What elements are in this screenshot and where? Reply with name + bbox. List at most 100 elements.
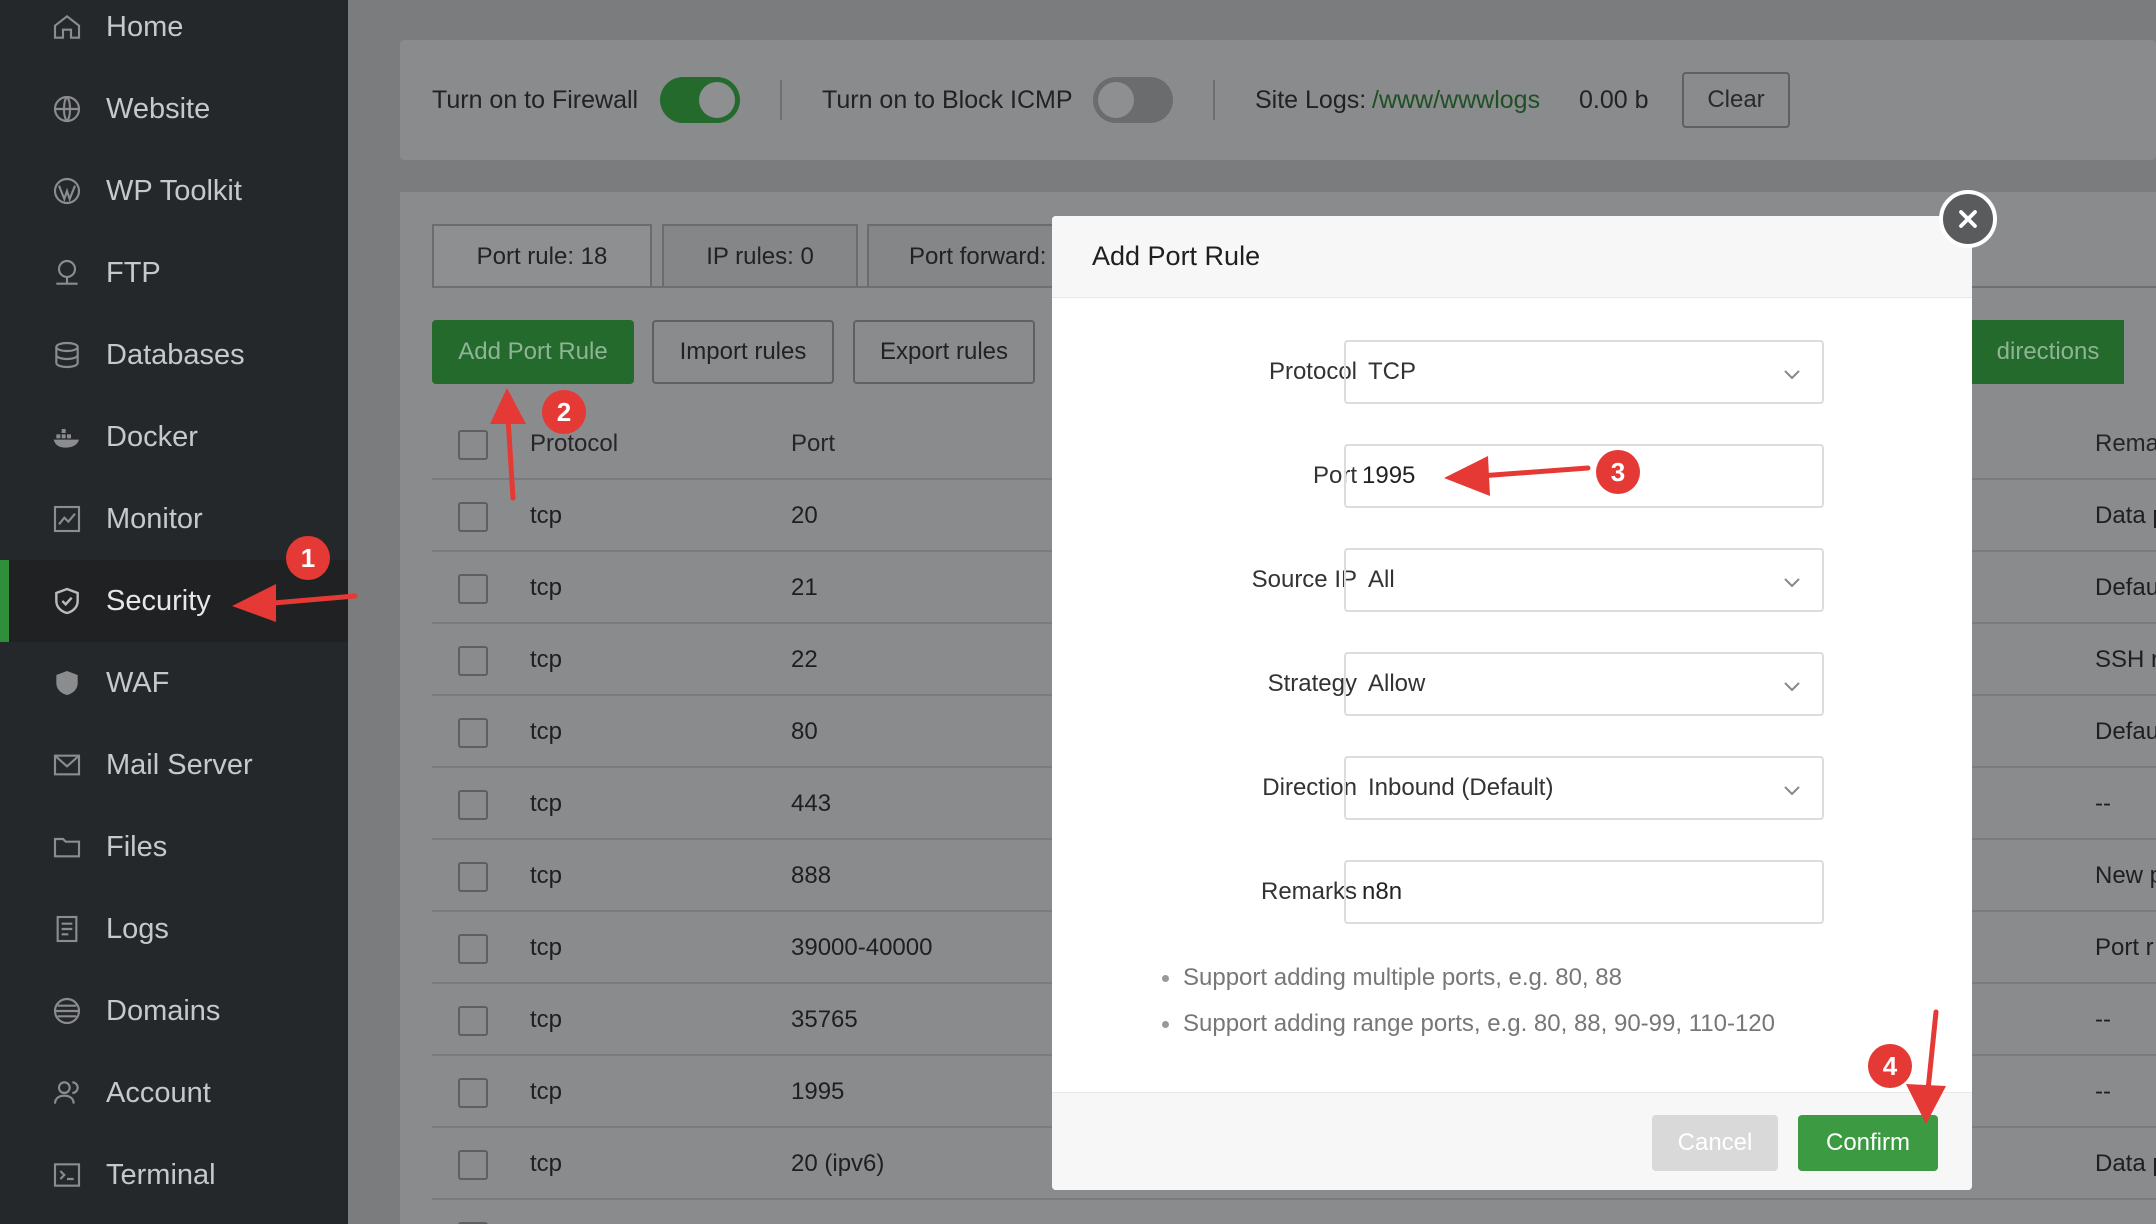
chevron-down-icon [1784,370,1800,380]
help-note: Support adding range ports, e.g. 80, 88,… [1162,1010,1775,1038]
site-logs-size: 0.00 b [1579,85,1649,114]
cell-protocol: tcp [530,934,563,961]
sidebar-item-databases[interactable]: Databases [0,314,348,396]
source-ip-row: Source IP All [1052,548,1972,612]
cell-protocol: tcp [530,790,563,817]
tab-ip-rules[interactable]: IP rules: 0 [662,224,858,288]
cancel-button[interactable]: Cancel [1652,1115,1778,1171]
source-ip-select[interactable]: All [1344,548,1824,612]
annotation-badge-4: 4 [1868,1044,1912,1088]
sidebar-item-ftp[interactable]: FTP [0,232,348,314]
row-checkbox[interactable] [458,502,488,532]
annotation-badge-2: 2 [542,390,586,434]
column-header-remarks: Rema [2095,430,2156,457]
tab-port-forward[interactable]: Port forward: [867,224,1067,288]
sidebar-item-label: Account [106,1076,211,1109]
tab-port-rule[interactable]: Port rule: 18 [432,224,652,288]
icmp-toggle-label: Turn on to Block ICMP [822,85,1073,114]
direction-value: Inbound (Default) [1368,774,1554,801]
sidebar-item-label: Domains [106,994,221,1027]
strategy-value: Allow [1368,670,1426,697]
bullet-icon [1162,974,1169,982]
cell-protocol: tcp [530,718,563,745]
close-dialog-button[interactable] [1939,190,1997,248]
strategy-select[interactable]: Allow [1344,652,1824,716]
sidebar-item-files[interactable]: Files [0,806,348,888]
clear-logs-button[interactable]: Clear [1682,72,1790,128]
row-checkbox[interactable] [458,1006,488,1036]
sidebar-item-docker[interactable]: Docker [0,396,348,478]
port-row: Port 1995 [1052,444,1972,508]
sidebar-item-logs[interactable]: Logs [0,888,348,970]
sidebar-item-mail-server[interactable]: Mail Server [0,724,348,806]
cell-port: 39000-40000 [791,934,933,961]
port-input[interactable]: 1995 [1344,444,1824,508]
dialog-footer: Cancel Confirm [1052,1092,1972,1190]
mail-icon [50,748,84,782]
cell-protocol: tcp [530,574,563,601]
cell-port: 20 (ipv6) [791,1150,885,1177]
firewall-toggle-label: Turn on to Firewall [432,85,639,114]
terminal-icon [50,1158,84,1192]
sidebar-item-label: WP Toolkit [106,174,242,207]
sidebar-item-account[interactable]: Account [0,1052,348,1134]
remarks-input[interactable]: n8n [1344,860,1824,924]
row-checkbox[interactable] [458,1150,488,1180]
row-checkbox[interactable] [458,1078,488,1108]
icmp-toggle[interactable] [1093,77,1173,123]
firewall-toggle[interactable] [660,77,740,123]
sidebar-item-label: Databases [106,338,245,371]
sidebar-item-label: Security [106,584,211,617]
cell-remarks: Data p [2095,502,2156,529]
chevron-down-icon [1784,786,1800,796]
export-rules-button[interactable]: Export rules [853,320,1035,384]
sidebar-item-terminal[interactable]: Terminal [0,1134,348,1216]
row-checkbox[interactable] [458,862,488,892]
cell-remarks: Defau [2095,574,2156,601]
account-icon [50,1076,84,1110]
sidebar-item-label: Logs [106,912,169,945]
cell-port: 22 [791,646,818,673]
sidebar-item-waf[interactable]: WAF [0,642,348,724]
sidebar-item-label: FTP [106,256,161,289]
cell-remarks: Data p [2095,1150,2156,1177]
remarks-label: Remarks [1260,878,1357,905]
protocol-select[interactable]: TCP [1344,340,1824,404]
cell-port: 21 [791,574,818,601]
import-rules-button[interactable]: Import rules [652,320,834,384]
directions-button[interactable]: directions [1972,320,2124,384]
cell-port: 20 [791,502,818,529]
cell-protocol: tcp [530,502,563,529]
sidebar-item-home[interactable]: Home [0,0,348,68]
cell-port: 443 [791,790,832,817]
help-notes: Support adding multiple ports, e.g. 80, … [1162,964,1775,1056]
ftp-icon [50,256,84,290]
source-ip-value: All [1368,566,1395,593]
direction-select[interactable]: Inbound (Default) [1344,756,1824,820]
cell-remarks: -- [2095,790,2111,817]
row-checkbox[interactable] [458,574,488,604]
sidebar-item-wp-toolkit[interactable]: WP Toolkit [0,150,348,232]
cell-remarks: SSH r [2095,646,2156,673]
site-logs-path-link[interactable]: /www/wwwlogs [1372,40,1540,160]
row-checkbox[interactable] [458,790,488,820]
sidebar-item-domains[interactable]: Domains [0,970,348,1052]
monitor-icon [50,502,84,536]
select-all-checkbox[interactable] [458,430,488,460]
sidebar-item-label: Docker [106,420,198,453]
row-checkbox[interactable] [458,934,488,964]
row-checkbox[interactable] [458,646,488,676]
confirm-button[interactable]: Confirm [1798,1115,1938,1171]
annotation-badge-1: 1 [286,536,330,580]
cell-remarks: Defau [2095,718,2156,745]
sidebar-item-label: Website [106,92,211,125]
logs-icon [50,912,84,946]
annotation-badge-3: 3 [1596,450,1640,494]
sidebar-item-label: Home [106,10,184,43]
add-port-rule-button[interactable]: Add Port Rule [432,320,634,384]
sidebar-item-website[interactable]: Website [0,68,348,150]
toggle-knob [699,82,735,118]
cell-remarks: -- [2095,1078,2111,1105]
cell-port: 888 [791,862,832,889]
row-checkbox[interactable] [458,718,488,748]
